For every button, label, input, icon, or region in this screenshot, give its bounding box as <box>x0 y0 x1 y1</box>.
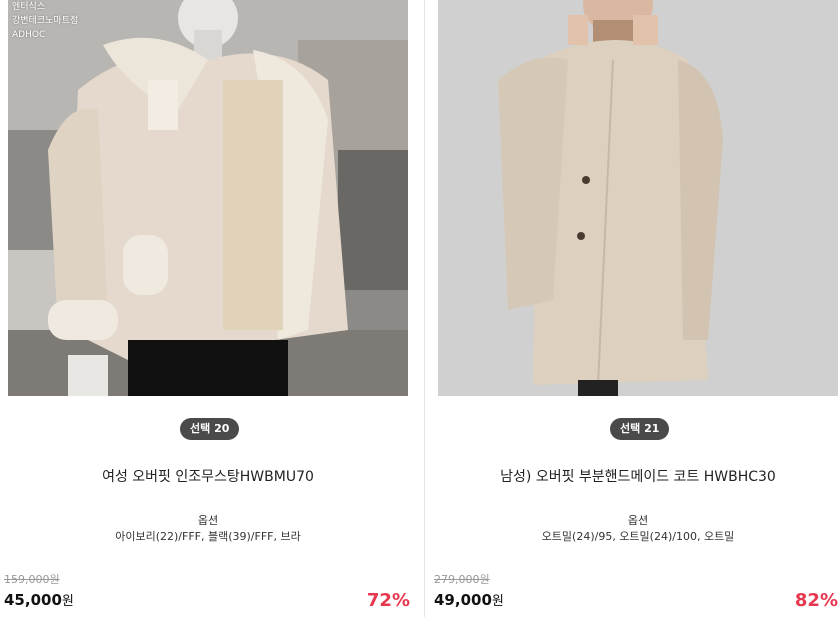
product-image-1[interactable] <box>8 0 408 396</box>
original-price: 159,000원 <box>4 573 60 586</box>
store-caption-line: ADHOC <box>12 30 46 40</box>
sale-price: 45,000원 <box>4 590 74 609</box>
product-title[interactable]: 여성 오버핏 인조무스탕HWBMU70 <box>0 466 416 486</box>
product-title[interactable]: 남성) 오버핏 부분핸드메이드 코트 HWBHC30 <box>430 466 840 486</box>
discount-rate: 72% <box>366 590 410 611</box>
option-label: 옵션 <box>197 514 219 527</box>
product-card-2[interactable]: 선택 21 남성) 오버핏 부분핸드메이드 코트 HWBHC30 옵션 오트밀(… <box>430 0 840 617</box>
sale-price: 49,000원 <box>434 590 504 609</box>
selection-badge[interactable]: 선택 21 <box>610 418 670 440</box>
product-card-1[interactable]: 엔터식스 강변테크노마트점 ADHOC 선택 20 여성 오버핏 인조무스탕HW… <box>0 0 418 617</box>
option-values: 오트밀(24)/95, 오트밀(24)/100, 오트밀 <box>541 530 735 543</box>
product-image-2[interactable] <box>438 0 838 396</box>
coat-photo <box>438 0 838 396</box>
store-caption-line: 엔터식스 <box>12 2 46 12</box>
sale-price-amount: 49,000 <box>434 591 492 609</box>
original-price: 279,000원 <box>434 573 490 586</box>
jacket-photo <box>8 0 408 396</box>
option-label: 옵션 <box>627 514 649 527</box>
option-values: 아이보리(22)/FFF, 블랙(39)/FFF, 브라 <box>115 530 301 543</box>
currency-unit: 원 <box>491 594 504 609</box>
selection-badge[interactable]: 선택 20 <box>180 418 240 440</box>
card-divider <box>424 0 425 617</box>
currency-unit: 원 <box>61 594 74 609</box>
store-caption-line: 강변테크노마트점 <box>12 16 79 26</box>
store-caption: 엔터식스 강변테크노마트점 ADHOC <box>12 0 78 42</box>
sale-price-amount: 45,000 <box>4 591 62 609</box>
discount-rate: 82% <box>794 590 838 611</box>
